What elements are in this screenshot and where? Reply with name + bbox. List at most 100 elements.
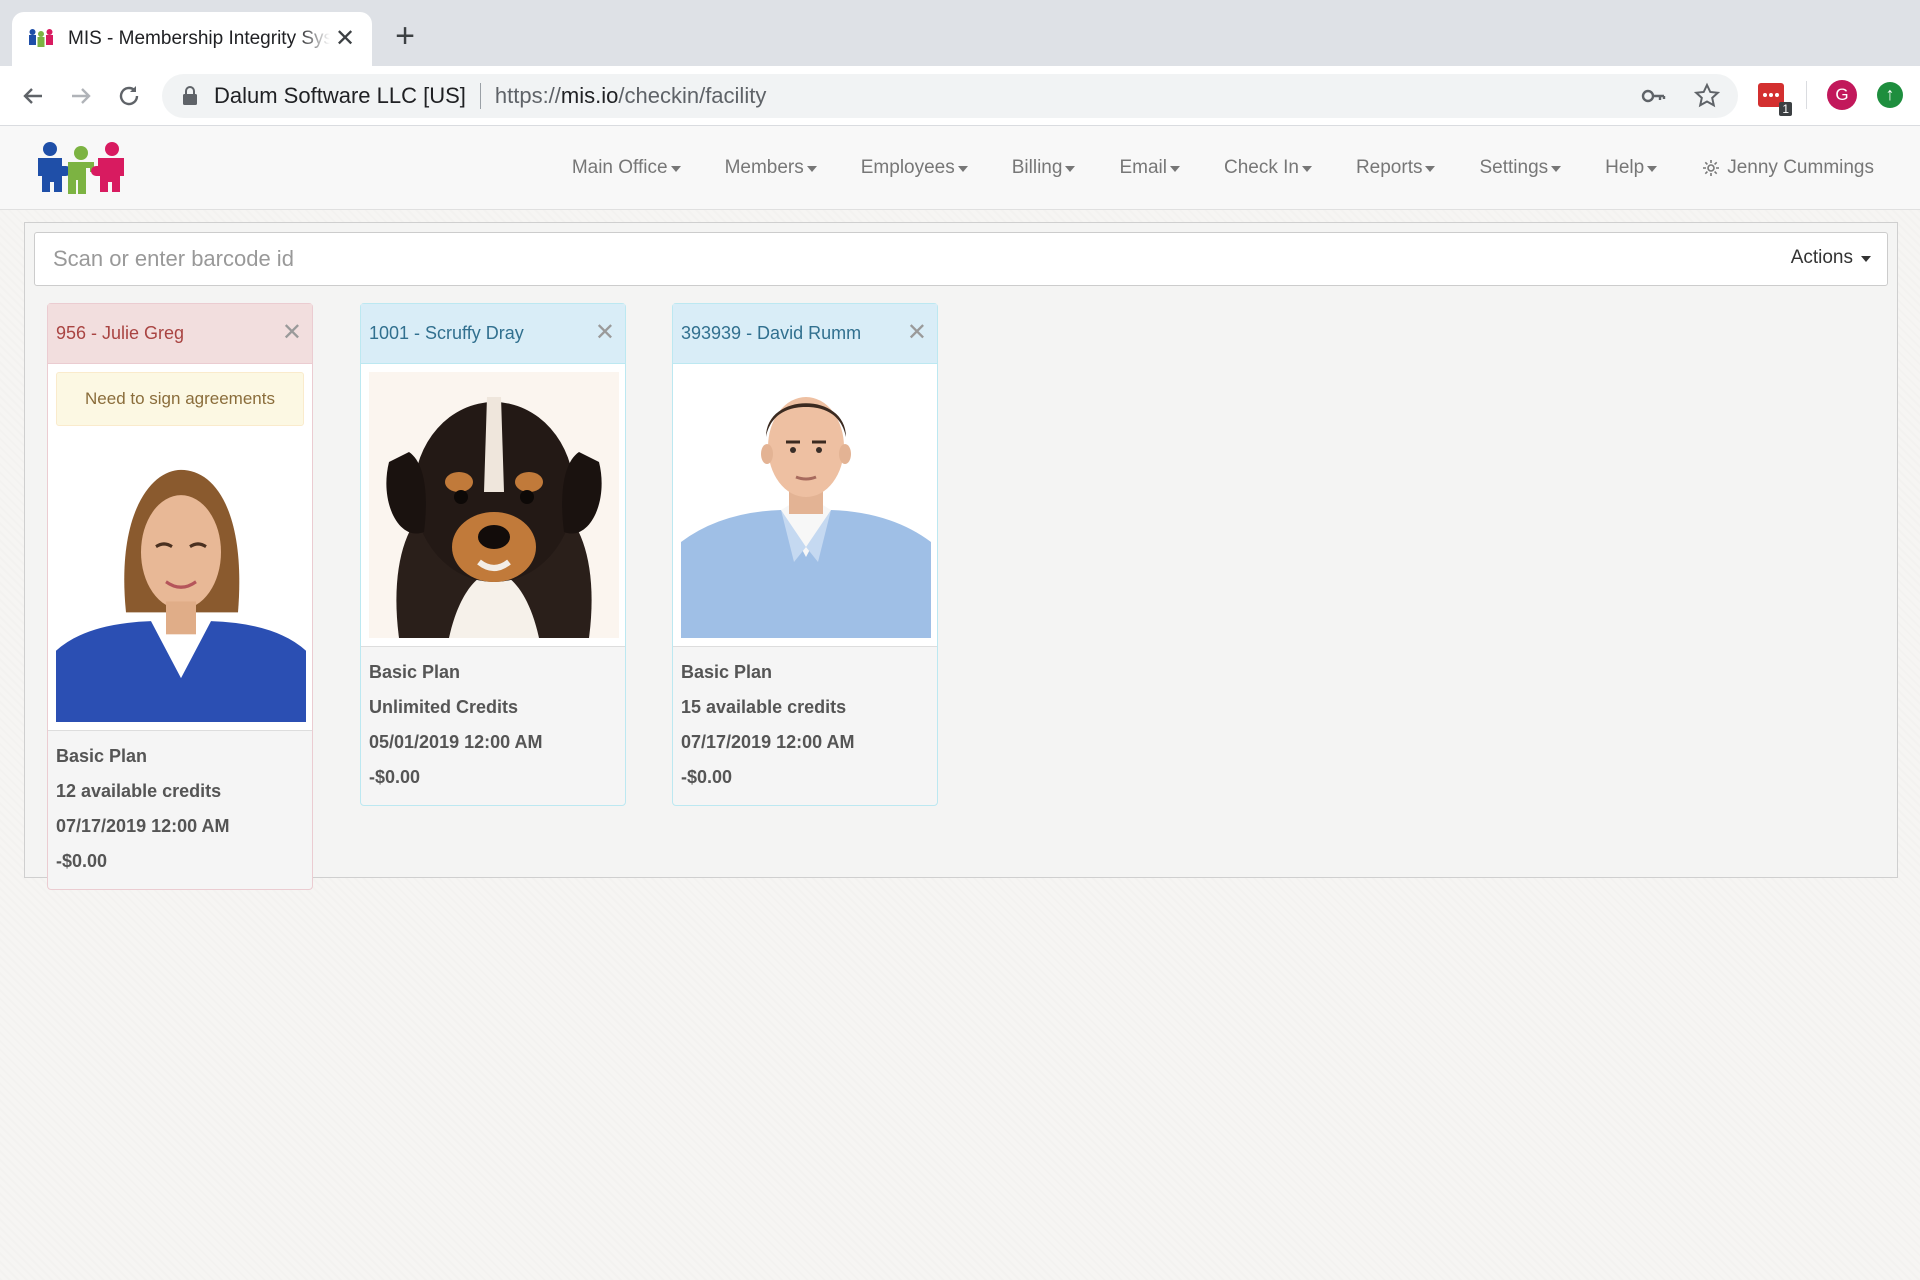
scan-bar: Actions [34, 232, 1888, 286]
puzzle-person-blue-icon [38, 142, 71, 192]
nav-check-in[interactable]: Check In [1202, 157, 1334, 179]
nav-label: Reports [1355, 157, 1423, 178]
caret-down-icon [1301, 166, 1312, 172]
toolbar-divider [1806, 81, 1807, 109]
card-photo-area [673, 364, 937, 647]
back-arrow-icon[interactable] [16, 79, 50, 113]
member-photo [681, 372, 931, 638]
url-path: /checkin/facility [618, 83, 767, 108]
card-title: 956 - Julie Greg [56, 323, 185, 343]
expiry-date: 07/17/2019 12:00 AM [681, 732, 855, 752]
card-photo-area: Need to sign agreements [48, 364, 312, 731]
card-info: Basic Plan Unlimited Credits 05/01/2019 … [361, 647, 625, 805]
plan-name: Basic Plan [56, 746, 148, 766]
mis-logo[interactable] [36, 140, 126, 194]
nav-label: Employees [860, 157, 955, 178]
plan-name: Basic Plan [369, 662, 461, 682]
balance: -$0.00 [56, 851, 108, 871]
nav-reports[interactable]: Reports [1334, 157, 1458, 179]
caret-down-icon [957, 166, 968, 172]
checkin-panel: Actions 956 - Julie Greg ✕ Need to sign … [24, 222, 1898, 890]
expiry-date: 07/17/2019 12:00 AM [56, 816, 230, 836]
caret-down-icon [1551, 166, 1562, 172]
key-icon[interactable] [1638, 81, 1668, 111]
caret-down-icon [806, 166, 817, 172]
mis-favicon-icon [29, 29, 53, 47]
nav-label: Main Office [571, 157, 668, 178]
nav-main-office[interactable]: Main Office [550, 157, 703, 179]
address-bar[interactable]: Dalum Software LLC [US] https://mis.io/c… [162, 74, 1738, 118]
omnibox-actions [1638, 81, 1722, 111]
balance: -$0.00 [681, 767, 733, 787]
card-info: Basic Plan 15 available credits 07/17/20… [673, 647, 937, 805]
member-card[interactable]: 956 - Julie Greg ✕ Need to sign agreemen… [47, 303, 313, 890]
credits-text: 15 available credits [681, 697, 847, 717]
puzzle-person-green-icon [68, 146, 94, 194]
main-menu: Main Office Members Employees Billing Em… [550, 126, 1884, 210]
member-card[interactable]: 393939 - David Rumm ✕ Basic Plan 15 avai… [672, 303, 938, 806]
new-tab-icon[interactable]: + [388, 19, 422, 54]
tab-title: MIS - Membership Integrity System [68, 28, 330, 49]
site-identity: Dalum Software LLC [US] [214, 83, 466, 108]
card-title: 393939 - David Rumm [681, 323, 862, 343]
profile-avatar[interactable]: G [1827, 80, 1857, 110]
browser-tab[interactable]: MIS - Membership Integrity System ✕ [12, 12, 372, 66]
member-photo [369, 372, 619, 638]
nav-label: Email [1119, 157, 1167, 178]
card-heading: 393939 - David Rumm ✕ [673, 304, 937, 364]
puzzle-person-pink-icon [91, 142, 124, 192]
url-host: mis.io [560, 83, 619, 108]
expiry-date: 05/01/2019 12:00 AM [369, 732, 543, 752]
extensions-area: 1 G ↑ [1756, 80, 1903, 116]
caret-down-icon [1861, 256, 1871, 262]
card-title: 1001 - Scruffy Dray [369, 323, 524, 343]
caret-down-icon [1425, 166, 1436, 172]
balance: -$0.00 [369, 767, 421, 787]
card-heading: 956 - Julie Greg ✕ [48, 304, 312, 364]
card-photo-area [361, 364, 625, 647]
nav-label: Help [1605, 157, 1645, 178]
bookmark-star-icon[interactable] [1692, 81, 1722, 111]
nav-email[interactable]: Email [1097, 157, 1202, 179]
caret-down-icon [1647, 166, 1658, 172]
lock-icon [183, 86, 197, 105]
card-info: Basic Plan 12 available credits 07/17/20… [48, 731, 312, 889]
nav-members[interactable]: Members [703, 157, 839, 179]
actions-label: Actions [1790, 247, 1853, 268]
credits-text: 12 available credits [56, 781, 222, 801]
nav-settings[interactable]: Settings [1457, 157, 1583, 179]
card-heading: 1001 - Scruffy Dray ✕ [361, 304, 625, 364]
url-divider [479, 83, 481, 109]
tab-close-icon[interactable]: ✕ [332, 26, 358, 52]
browser-toolbar: Dalum Software LLC [US] https://mis.io/c… [0, 66, 1920, 126]
member-card[interactable]: 1001 - Scruffy Dray ✕ Basic Plan Unlimit… [360, 303, 626, 806]
update-arrow-icon[interactable]: ↑ [1877, 82, 1903, 108]
nav-help[interactable]: Help [1583, 157, 1679, 179]
nav-label: Settings [1479, 157, 1549, 178]
extension-icon[interactable]: 1 [1756, 80, 1792, 116]
url-scheme: https:// [494, 83, 561, 108]
caret-down-icon [1169, 166, 1180, 172]
caret-down-icon [670, 166, 681, 172]
reload-icon[interactable] [112, 79, 146, 113]
member-photo [56, 448, 306, 722]
forward-arrow-icon[interactable] [64, 79, 98, 113]
actions-dropdown-button[interactable]: Actions [1791, 247, 1871, 269]
nav-billing[interactable]: Billing [990, 157, 1098, 179]
close-icon[interactable]: ✕ [595, 321, 615, 345]
nav-label: Check In [1223, 157, 1299, 178]
browser-tabstrip: MIS - Membership Integrity System ✕ + [0, 0, 1920, 66]
nav-label: Members [724, 157, 804, 178]
nav-employees[interactable]: Employees [839, 157, 990, 179]
nav-user-menu[interactable]: Jenny Cummings [1679, 157, 1884, 179]
app-navbar: Main Office Members Employees Billing Em… [0, 126, 1920, 210]
caret-down-icon [1065, 166, 1076, 172]
close-icon[interactable]: ✕ [907, 321, 927, 345]
nav-label: Billing [1011, 157, 1063, 178]
close-icon[interactable]: ✕ [282, 321, 302, 345]
barcode-input[interactable] [35, 233, 1735, 285]
plan-name: Basic Plan [681, 662, 773, 682]
gear-icon [1703, 160, 1720, 176]
extension-badge: 1 [1779, 102, 1792, 116]
credits-text: Unlimited Credits [369, 697, 519, 717]
